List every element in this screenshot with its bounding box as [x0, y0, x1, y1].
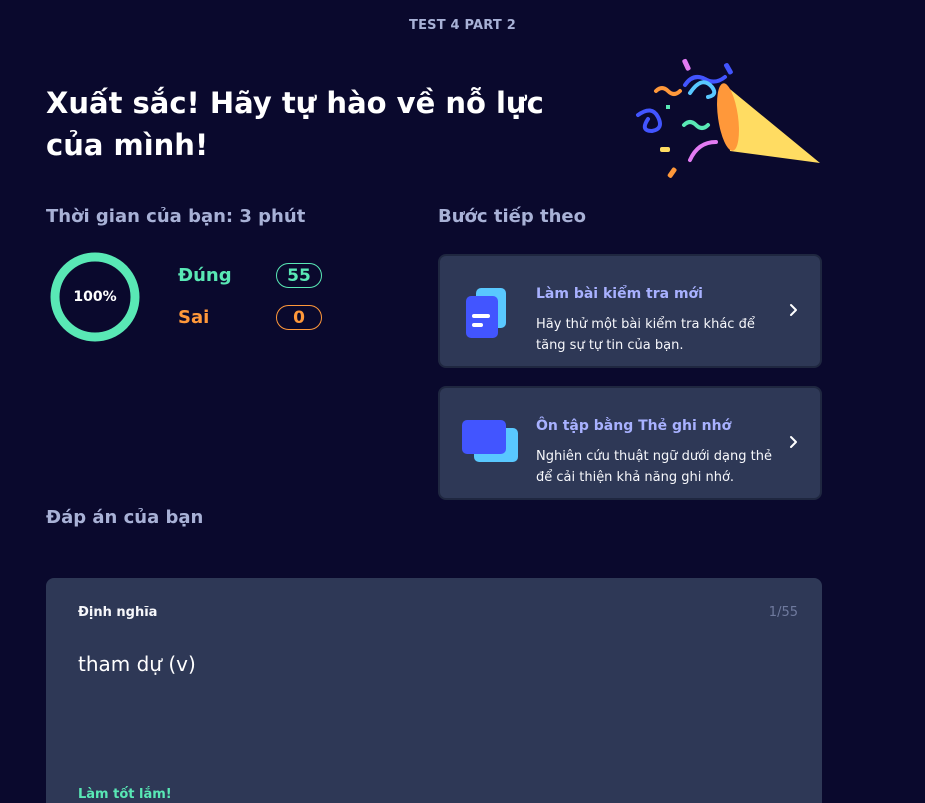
question-counter: 1/55 [768, 605, 798, 620]
new-test-title: Làm bài kiểm tra mới [536, 286, 703, 302]
flashcards-description: Nghiên cứu thuật ngữ dưới dạng thẻ để cả… [536, 449, 772, 485]
correct-count-badge: 55 [276, 263, 322, 288]
test-document-icon [466, 288, 506, 338]
term-text: tham dự (v) [78, 652, 196, 676]
wrong-count-badge: 0 [276, 305, 322, 330]
time-label: Thời gian của bạn: 3 phút [46, 206, 306, 227]
feedback-text: Làm tốt lắm! [78, 787, 172, 802]
wrong-label: Sai [178, 307, 210, 328]
party-popper-icon [636, 58, 820, 178]
score-percent: 100% [73, 289, 117, 305]
flashcards-card[interactable]: Ôn tập bằng Thẻ ghi nhớ Nghiên cứu thuật… [438, 386, 822, 500]
chevron-right-icon [790, 436, 797, 448]
flashcards-icon [462, 420, 518, 462]
new-test-card[interactable]: Làm bài kiểm tra mới Hãy thử một bài kiể… [438, 254, 822, 368]
next-steps-label: Bước tiếp theo [438, 206, 586, 227]
test-title: TEST 4 PART 2 [409, 18, 516, 33]
flashcards-title: Ôn tập bằng Thẻ ghi nhớ [536, 418, 732, 434]
chevron-right-icon [790, 304, 797, 316]
new-test-description: Hãy thử một bài kiểm tra khác để tăng sự… [536, 317, 755, 353]
answer-card: Định nghĩa 1/55 tham dự (v) Làm tốt lắm! [46, 578, 822, 803]
answers-label: Đáp án của bạn [46, 507, 204, 528]
results-page: TEST 4 PART 2 Xuất sắc! Hãy tự hào về nỗ… [0, 0, 925, 803]
correct-label: Đúng [178, 265, 232, 286]
definition-label: Định nghĩa [78, 605, 158, 620]
congrats-headline: Xuất sắc! Hãy tự hào về nỗ lực của mình! [46, 86, 544, 162]
